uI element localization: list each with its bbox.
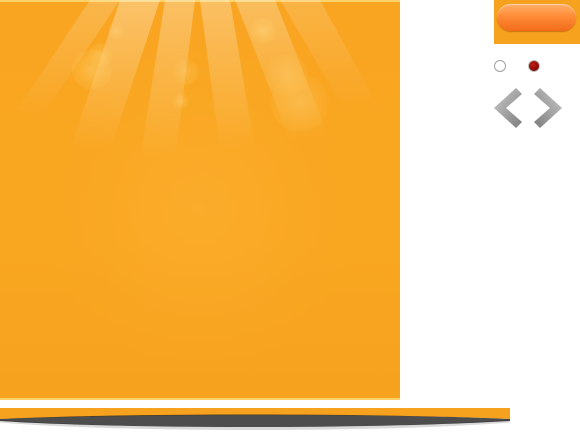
slide-bottom-edge	[0, 398, 400, 400]
slide-shadow	[0, 408, 511, 430]
orange-action-button[interactable]	[497, 4, 576, 31]
pagination-dot-2-active[interactable]	[528, 60, 540, 72]
slider-page	[0, 0, 580, 446]
chevron-right-icon[interactable]	[530, 86, 564, 130]
slide-panel	[0, 0, 400, 400]
light-rays-decoration	[10, 0, 380, 160]
pagination-dot-1[interactable]	[494, 60, 506, 72]
chevron-left-icon[interactable]	[492, 86, 526, 130]
